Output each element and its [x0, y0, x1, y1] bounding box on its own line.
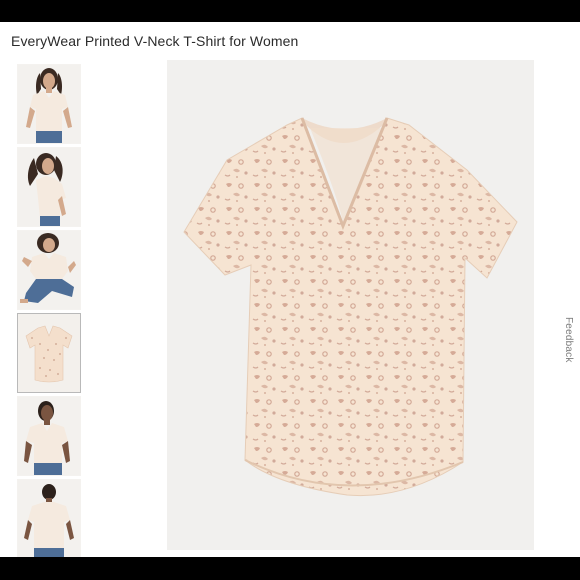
product-main-image[interactable]	[167, 60, 534, 550]
thumbnail-model-front-closeup[interactable]	[17, 396, 81, 476]
product-page: EveryWear Printed V-Neck T-Shirt for Wom…	[0, 22, 580, 557]
thumbnail-product-flat[interactable]	[17, 313, 81, 393]
thumbnail-model-back[interactable]	[17, 479, 81, 557]
thumbnail-model-front[interactable]	[17, 64, 81, 144]
product-title: EveryWear Printed V-Neck T-Shirt for Wom…	[11, 33, 299, 49]
tshirt-image	[167, 60, 534, 550]
feedback-tab[interactable]: Feedback	[563, 317, 574, 363]
thumbnail-model-seated[interactable]	[17, 230, 81, 310]
thumbnail-model-side[interactable]	[17, 147, 81, 227]
